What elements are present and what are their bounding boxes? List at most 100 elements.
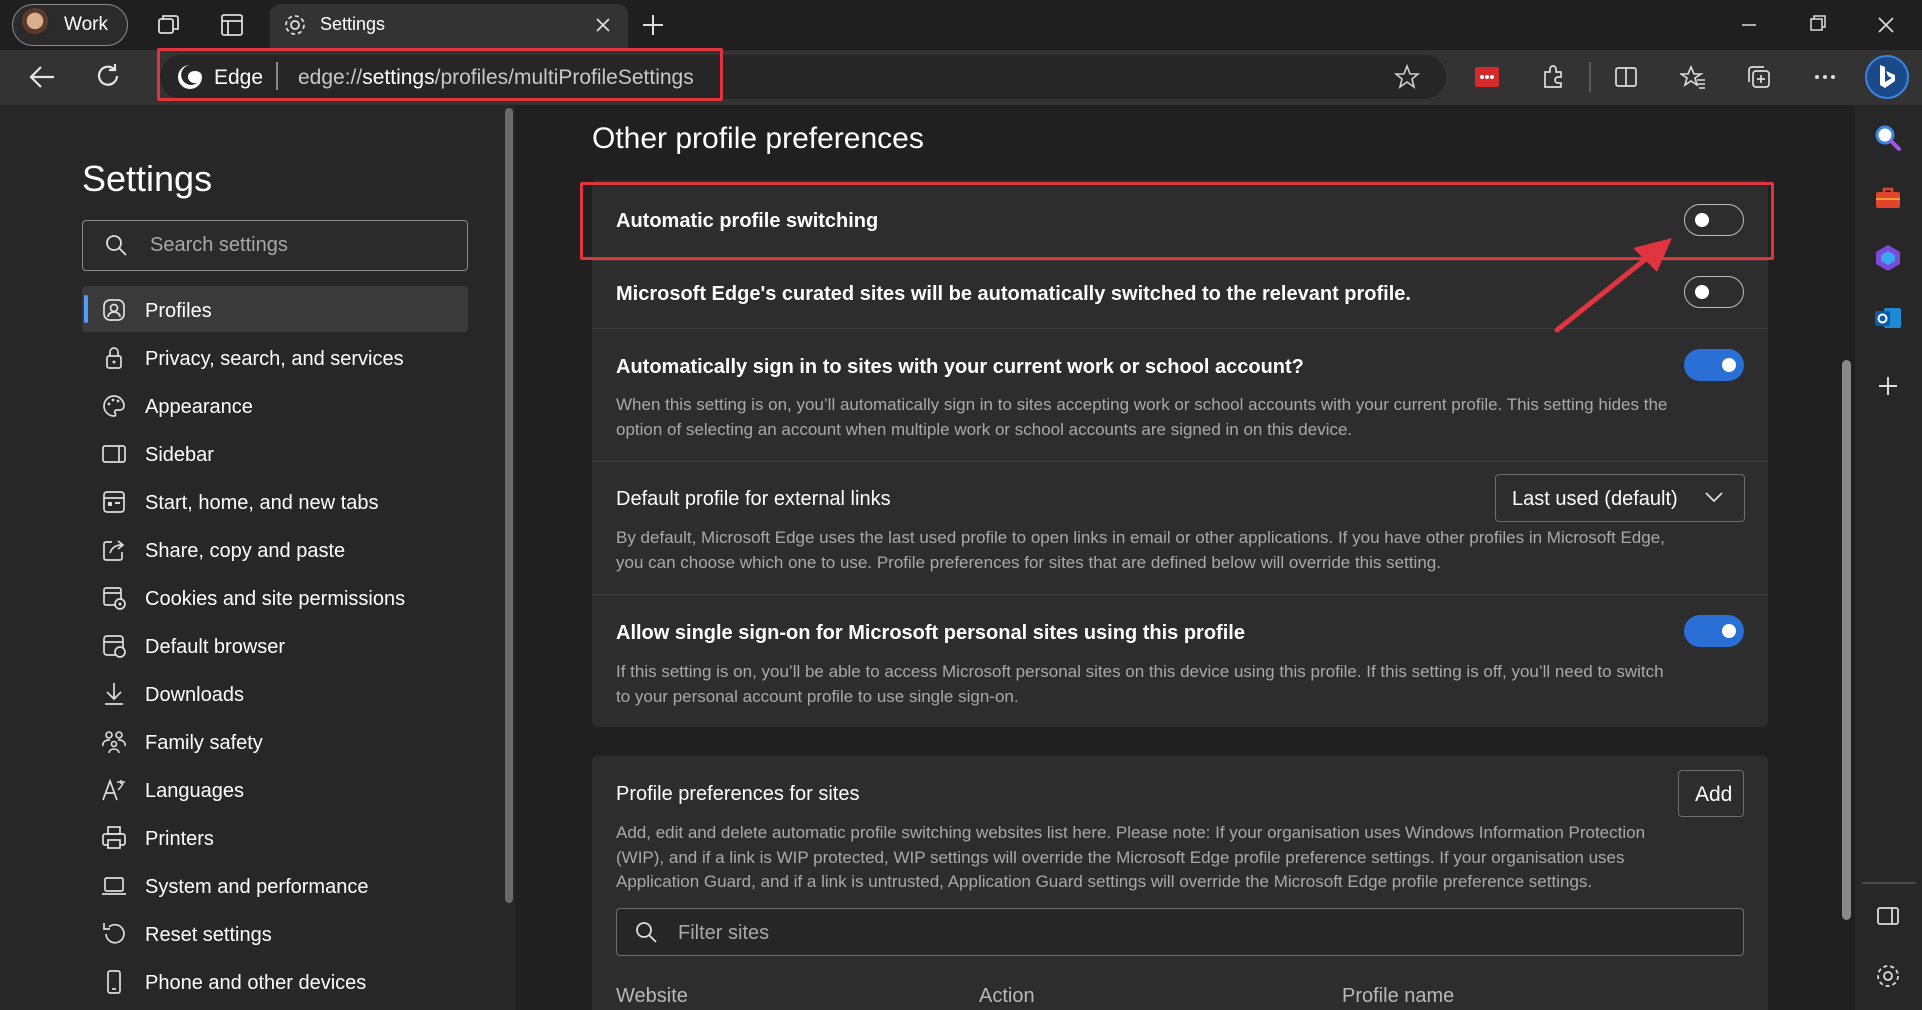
- favorite-star-icon[interactable]: [1394, 64, 1420, 90]
- auto-sign-in-desc-line1: When this setting is on, you’ll automati…: [616, 395, 1668, 414]
- default-profile-desc-line1: By default, Microsoft Edge uses the last…: [616, 528, 1665, 547]
- sso-desc-line1: If this setting is on, you’ll be able to…: [616, 662, 1664, 681]
- close-tab-icon[interactable]: [594, 16, 612, 34]
- sidebar-item-cookies[interactable]: Cookies and site permissions: [145, 588, 405, 611]
- language-icon: [100, 776, 128, 804]
- add-button-label: Add: [1695, 783, 1733, 806]
- sidebar-item-appearance[interactable]: Appearance: [145, 396, 253, 419]
- sso-label: Allow single sign-on for Microsoft perso…: [616, 622, 1245, 644]
- sites-desc-line3: Application Guard, and if a link is untr…: [616, 872, 1593, 891]
- chevron-down-icon: [1704, 490, 1724, 504]
- more-options-icon[interactable]: [1812, 64, 1838, 90]
- outlook-icon[interactable]: [1872, 302, 1904, 334]
- auto-sign-in-desc-line2: option of selecting an account when mult…: [616, 420, 1353, 439]
- new-tab-icon[interactable]: [640, 12, 666, 38]
- add-icon[interactable]: [1872, 370, 1904, 402]
- sidebar-item-system[interactable]: System and performance: [145, 876, 368, 899]
- browser-icon: [100, 632, 128, 660]
- restore-button[interactable]: [1795, 8, 1839, 42]
- toggle-knob: [1695, 285, 1709, 299]
- sidebar-item-start-home[interactable]: Start, home, and new tabs: [145, 492, 378, 515]
- avatar: [18, 8, 52, 42]
- split-screen-icon[interactable]: [1613, 64, 1639, 90]
- auto-sign-in-toggle[interactable]: [1684, 349, 1744, 381]
- printer-icon: [100, 824, 128, 852]
- refresh-icon[interactable]: [94, 62, 122, 90]
- vertical-tabs-icon[interactable]: [219, 12, 245, 38]
- sidebar-item-reset[interactable]: Reset settings: [145, 924, 272, 947]
- tools-icon[interactable]: [1872, 182, 1904, 214]
- minimize-button[interactable]: [1727, 8, 1771, 42]
- sidebar-item-phone[interactable]: Phone and other devices: [145, 972, 366, 995]
- laptop-icon: [100, 872, 128, 900]
- url-path: /profiles/multiProfileSettings: [434, 66, 694, 89]
- curated-sites-label: Microsoft Edge's curated sites will be a…: [616, 283, 1411, 305]
- toolbar-divider: [1589, 62, 1591, 92]
- collections-icon[interactable]: [1746, 64, 1772, 90]
- column-header-website: Website: [616, 985, 688, 1007]
- filter-sites-input[interactable]: [616, 908, 1744, 956]
- bing-copilot-icon[interactable]: [1864, 54, 1910, 100]
- extension-red-icon[interactable]: [1474, 66, 1500, 88]
- row-divider: [592, 594, 1768, 595]
- cookie-icon: [100, 584, 128, 612]
- sites-title: Profile preferences for sites: [616, 783, 860, 805]
- extensions-icon[interactable]: [1540, 64, 1566, 90]
- default-profile-label: Default profile for external links: [616, 488, 891, 510]
- workspaces-icon[interactable]: [156, 12, 182, 38]
- active-indicator: [84, 295, 88, 323]
- settings-gear-icon[interactable]: [1872, 960, 1904, 992]
- sidebar-item-privacy[interactable]: Privacy, search, and services: [145, 348, 404, 371]
- toggle-knob: [1722, 358, 1736, 372]
- sso-desc-line2: to your personal account profile to use …: [616, 687, 1019, 706]
- sidebar-item-family[interactable]: Family safety: [145, 732, 263, 755]
- url-bold: settings: [362, 66, 435, 89]
- favorites-icon[interactable]: [1680, 64, 1706, 90]
- copilot-icon[interactable]: [1872, 242, 1904, 274]
- main-scrollbar[interactable]: [1842, 360, 1851, 920]
- section-title: Other profile preferences: [592, 122, 924, 155]
- sidebar-item-languages[interactable]: Languages: [145, 780, 244, 803]
- sidebar-item-printers[interactable]: Printers: [145, 828, 214, 851]
- share-icon: [100, 536, 128, 564]
- search-icon: [104, 233, 128, 257]
- search-icon: [634, 920, 658, 944]
- curated-sites-toggle[interactable]: [1684, 276, 1744, 308]
- search-icon[interactable]: [1872, 122, 1904, 154]
- sidebar-item-downloads[interactable]: Downloads: [145, 684, 244, 707]
- phone-icon: [100, 968, 128, 996]
- url-text[interactable]: edge://settings/profiles/multiProfileSet…: [298, 66, 694, 90]
- column-header-action: Action: [979, 985, 1035, 1007]
- sites-desc-line1: Add, edit and delete automatic profile s…: [616, 823, 1646, 842]
- filter-placeholder: Filter sites: [678, 922, 770, 944]
- sites-desc-line2: (WIP), and if a link is WIP protected, W…: [616, 848, 1625, 867]
- sidebar-item-profiles-label[interactable]: Profiles: [145, 300, 212, 323]
- profile-label: Work: [64, 14, 108, 35]
- sidebar-item-default-browser[interactable]: Default browser: [145, 636, 285, 659]
- sidebar-item-share[interactable]: Share, copy and paste: [145, 540, 345, 563]
- sidebar-scrollbar[interactable]: [505, 108, 513, 903]
- dropdown-value: Last used (default): [1512, 488, 1678, 510]
- edge-sidebar: [1855, 105, 1922, 1010]
- toggle-knob: [1722, 624, 1736, 638]
- sso-toggle[interactable]: [1684, 615, 1744, 647]
- close-window-button[interactable]: [1864, 8, 1908, 42]
- search-placeholder: Search settings: [150, 234, 288, 256]
- sidebar-item-profiles[interactable]: [82, 286, 468, 332]
- sidebar-item-sidebar[interactable]: Sidebar: [145, 444, 214, 467]
- edge-logo-icon: [176, 63, 204, 91]
- palette-icon: [100, 392, 128, 420]
- family-icon: [100, 728, 128, 756]
- download-icon: [100, 680, 128, 708]
- annotation-arrow: [1545, 232, 1685, 338]
- lock-icon: [100, 344, 128, 372]
- settings-title: Settings: [82, 158, 213, 199]
- back-icon[interactable]: [28, 64, 56, 90]
- home-tabs-icon: [100, 488, 128, 516]
- reset-icon: [100, 920, 128, 948]
- sidebar-toggle-icon[interactable]: [1872, 900, 1904, 932]
- default-profile-desc-line2: you can choose which one to use. Profile…: [616, 553, 1441, 572]
- column-header-profile-name: Profile name: [1342, 985, 1455, 1007]
- gear-icon: [282, 12, 308, 38]
- sidebar-icon: [100, 440, 128, 468]
